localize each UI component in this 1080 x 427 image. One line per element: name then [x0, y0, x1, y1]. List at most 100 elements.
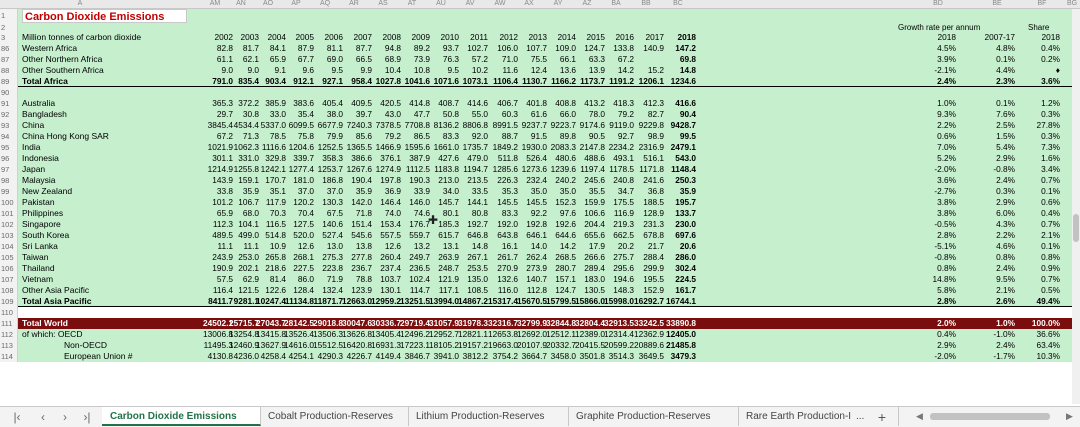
growth-cell[interactable]: 0.1% [975, 98, 1015, 109]
value-cell[interactable]: 1171.8 [628, 164, 664, 175]
growth-cell[interactable]: 4.6% [975, 241, 1015, 252]
column-header[interactable]: BB [632, 0, 660, 8]
add-sheet-button[interactable]: + [874, 409, 890, 425]
horizontal-scrollbar[interactable]: ◀ ▶ [912, 411, 1077, 422]
column-header[interactable]: BE [983, 0, 1011, 8]
growth-cell[interactable]: 3.8% [916, 208, 956, 219]
value-cell[interactable]: 20889.6 [628, 340, 664, 351]
growth-cell[interactable]: 2.9% [975, 153, 1015, 164]
value-cell[interactable]: 133.7 [660, 208, 696, 219]
row-number[interactable]: 2 [0, 23, 18, 32]
column-header[interactable]: AX [515, 0, 543, 8]
growth-cell[interactable]: -2.0% [916, 351, 956, 362]
row-number[interactable]: 104 [0, 241, 18, 252]
share-cell[interactable]: 0.6% [1020, 197, 1060, 208]
growth-cell[interactable]: 2.9% [975, 197, 1015, 208]
row-label[interactable]: Taiwan [22, 252, 48, 263]
share-cell[interactable]: 0.1% [1020, 186, 1060, 197]
row-number[interactable]: 86 [0, 43, 18, 54]
growth-cell[interactable]: 0.8% [916, 263, 956, 274]
share-cell[interactable]: 0.3% [1020, 131, 1060, 142]
value-cell[interactable]: 516.1 [628, 153, 664, 164]
growth-cell[interactable]: 4.3% [975, 219, 1015, 230]
growth-cell[interactable]: 0.8% [975, 252, 1015, 263]
value-cell[interactable]: 1148.4 [660, 164, 696, 175]
row-label[interactable]: Indonesia [22, 153, 59, 164]
value-cell[interactable]: 678.8 [628, 230, 664, 241]
share-cell[interactable]: 63.4% [1020, 340, 1060, 351]
row-number[interactable]: 106 [0, 263, 18, 274]
column-header[interactable]: BC [664, 0, 692, 8]
growth-cell[interactable]: -0.5% [916, 219, 956, 230]
value-cell[interactable]: 195.5 [628, 274, 664, 285]
row-label[interactable]: China [22, 120, 44, 131]
value-cell[interactable]: 33890.8 [660, 318, 696, 329]
share-cell[interactable]: 0.4% [1020, 208, 1060, 219]
row-label[interactable]: Total World [22, 318, 68, 329]
value-cell[interactable]: 36.8 [628, 186, 664, 197]
row-label[interactable]: Malaysia [22, 175, 56, 186]
value-cell[interactable]: 2316.9 [628, 142, 664, 153]
sheet-tab[interactable]: Lithium Production-Reserves [408, 407, 569, 426]
row-number[interactable]: 102 [0, 219, 18, 230]
row-label[interactable]: New Zealand [22, 186, 72, 197]
growth-cell[interactable]: 2.2% [916, 120, 956, 131]
value-cell[interactable]: 9428.7 [660, 120, 696, 131]
more-tabs-button[interactable]: ... [856, 407, 864, 426]
share-cell[interactable]: 10.3% [1020, 351, 1060, 362]
growth-cell[interactable]: 5.2% [916, 153, 956, 164]
growth-cell[interactable]: -2.0% [916, 164, 956, 175]
value-cell[interactable]: 416.6 [660, 98, 696, 109]
column-header[interactable]: A [66, 0, 94, 8]
column-header[interactable]: AY [544, 0, 572, 8]
row-label[interactable]: Japan [22, 164, 45, 175]
row-number[interactable]: 88 [0, 65, 18, 76]
share-cell[interactable]: 0.1% [1020, 241, 1060, 252]
row-number[interactable]: 89 [0, 76, 18, 87]
row-number[interactable]: 110 [0, 307, 18, 318]
value-cell[interactable]: 299.9 [628, 263, 664, 274]
growth-cell[interactable]: -0.8% [916, 252, 956, 263]
row-label[interactable]: India [22, 142, 40, 153]
growth-cell[interactable]: 14.8% [916, 274, 956, 285]
share-cell[interactable]: 0.5% [1020, 285, 1060, 296]
row-number[interactable]: 108 [0, 285, 18, 296]
row-number[interactable]: 100 [0, 197, 18, 208]
row-number[interactable]: 99 [0, 186, 18, 197]
row-label[interactable]: Thailand [22, 263, 55, 274]
share-cell[interactable]: 27.8% [1020, 120, 1060, 131]
next-sheet-arrow-icon[interactable]: › [58, 410, 72, 424]
value-cell[interactable]: 412.3 [628, 98, 664, 109]
growth-cell[interactable]: 4.4% [975, 65, 1015, 76]
row-number[interactable]: 87 [0, 54, 18, 65]
row-number[interactable]: 103 [0, 230, 18, 241]
row-number[interactable]: 97 [0, 164, 18, 175]
value-cell[interactable]: 152.9 [628, 285, 664, 296]
growth-cell[interactable]: 0.3% [975, 186, 1015, 197]
value-cell[interactable]: 90.4 [660, 109, 696, 120]
value-cell[interactable]: 188.5 [628, 197, 664, 208]
value-cell[interactable]: 82.7 [628, 109, 664, 120]
share-cell[interactable]: 0.9% [1020, 263, 1060, 274]
growth-cell[interactable]: 4.8% [975, 43, 1015, 54]
growth-cell[interactable]: 4.5% [916, 43, 956, 54]
sheet-title[interactable]: Carbon Dioxide Emissions [22, 9, 187, 23]
row-label[interactable]: Vietnam [22, 274, 53, 285]
row-number[interactable]: 113 [0, 340, 18, 351]
growth-cell[interactable]: 9.5% [975, 274, 1015, 285]
value-cell[interactable]: 231.3 [628, 219, 664, 230]
share-cell[interactable]: 1.2% [1020, 98, 1060, 109]
first-sheet-arrow-icon[interactable]: |‹ [10, 410, 24, 424]
horizontal-scroll-thumb[interactable] [930, 413, 1050, 420]
growth-cell[interactable]: 9.3% [916, 109, 956, 120]
share-cell[interactable]: 3.4% [1020, 164, 1060, 175]
share-cell[interactable]: 2.1% [1020, 230, 1060, 241]
column-header[interactable]: AU [427, 0, 455, 8]
growth-cell[interactable]: 2.4% [975, 340, 1015, 351]
row-label[interactable]: Philippines [22, 208, 63, 219]
value-cell[interactable]: 286.0 [660, 252, 696, 263]
column-header[interactable]: BD [924, 0, 952, 8]
last-sheet-arrow-icon[interactable]: ›| [80, 410, 94, 424]
row-number[interactable]: 93 [0, 120, 18, 131]
column-header[interactable]: AZ [573, 0, 601, 8]
